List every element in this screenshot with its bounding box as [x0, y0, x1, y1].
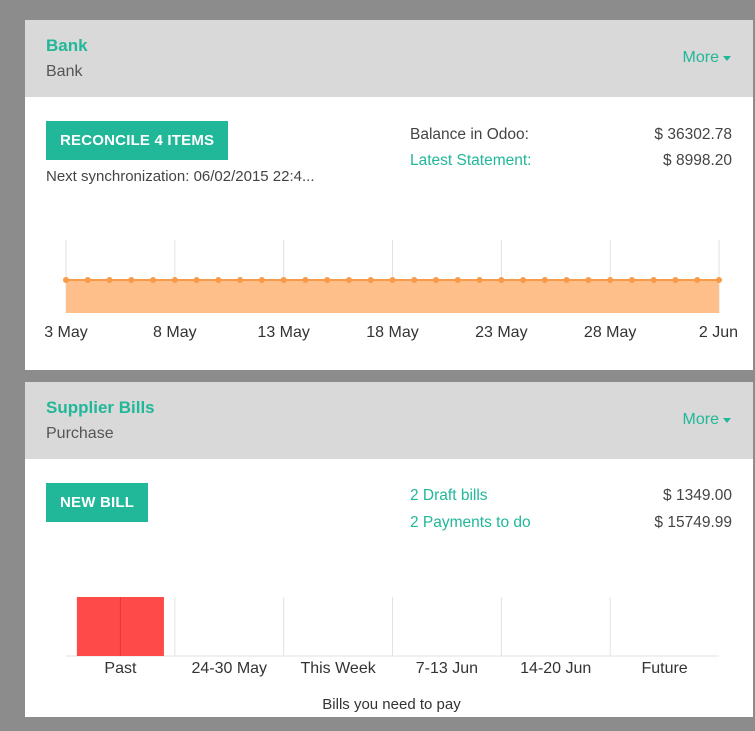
bank-title[interactable]: Bank: [46, 36, 88, 56]
data-point: [716, 277, 722, 283]
x-tick-label: 14-20 Jun: [520, 660, 591, 677]
bank-more-dropdown[interactable]: More: [683, 49, 731, 67]
bills-more-dropdown[interactable]: More: [683, 411, 731, 429]
bills-title[interactable]: Supplier Bills: [46, 398, 155, 418]
bank-card-header: Bank Bank More: [25, 20, 753, 97]
balance-label: Balance in Odoo:: [410, 126, 529, 143]
data-point: [302, 277, 309, 283]
x-tick-label: Future: [641, 660, 687, 677]
data-point: [628, 277, 635, 283]
bank-card: Bank Bank More RECONCILE 4 ITEMS Next sy…: [25, 20, 753, 370]
data-point: [128, 277, 135, 283]
data-point: [672, 277, 679, 283]
data-point: [541, 277, 548, 283]
data-point: [324, 277, 331, 283]
data-point: [498, 277, 505, 283]
data-point: [520, 277, 527, 283]
data-point: [476, 277, 483, 283]
x-tick-label: 7-13 Jun: [416, 660, 478, 677]
reconcile-button[interactable]: RECONCILE 4 ITEMS: [46, 121, 229, 160]
data-point: [171, 277, 178, 283]
caret-down-icon: [723, 417, 731, 423]
data-point: [193, 277, 200, 283]
data-point: [237, 277, 244, 283]
x-tick-label: This Week: [300, 660, 376, 677]
bills-card-header: Supplier Bills Purchase More: [25, 382, 753, 459]
x-tick-label: 23 May: [475, 324, 527, 341]
data-point: [258, 277, 265, 283]
data-point: [345, 277, 352, 283]
x-tick-label: 13 May: [257, 324, 309, 341]
data-point: [454, 277, 461, 283]
caret-down-icon: [723, 55, 731, 61]
bank-balance-chart: 3 May 8 May 13 May 18 May 23 May 28 May 2 Jun: [44, 240, 738, 341]
data-point: [563, 277, 570, 283]
x-tick-label: 2 Jun: [699, 324, 738, 341]
x-tick-label: 28 May: [584, 324, 636, 341]
x-tick-label: 3 May: [44, 324, 88, 341]
data-point: [106, 277, 113, 283]
data-point: [63, 277, 69, 283]
balance-value: $ 36302.78: [654, 126, 732, 143]
bank-subtitle: Bank: [46, 63, 83, 80]
data-point: [389, 277, 396, 283]
latest-statement-link[interactable]: Latest Statement:: [410, 152, 532, 170]
bills-aging-chart: Past 24-30 May This Week 7-13 Jun 14-20 Jun F…: [66, 597, 719, 713]
data-point: [585, 277, 592, 283]
data-point: [215, 277, 222, 283]
data-point: [694, 277, 701, 283]
x-tick-label: 24-30 May: [191, 660, 267, 677]
x-tick-label: 8 May: [153, 324, 197, 341]
x-tick-label: 18 May: [366, 324, 418, 341]
data-point: [411, 277, 418, 283]
data-point: [367, 277, 374, 283]
bills-card: Supplier Bills Purchase More NEW BILL 2 …: [25, 382, 753, 717]
area-fill: [66, 280, 719, 313]
bank-more-label: More: [682, 49, 719, 66]
bills-more-label: More: [682, 411, 719, 428]
data-point: [607, 277, 614, 283]
x-axis-label: Bills you need to pay: [322, 696, 461, 713]
data-point: [280, 277, 287, 283]
sync-note: Next synchronization: 06/02/2015 22:4...: [46, 168, 315, 185]
x-tick-label: Past: [104, 660, 137, 677]
bills-subtitle: Purchase: [46, 425, 114, 442]
data-point: [84, 277, 91, 283]
statement-value: $ 8998.20: [663, 152, 732, 169]
data-point: [650, 277, 657, 283]
data-point: [433, 277, 440, 283]
data-point: [150, 277, 157, 283]
